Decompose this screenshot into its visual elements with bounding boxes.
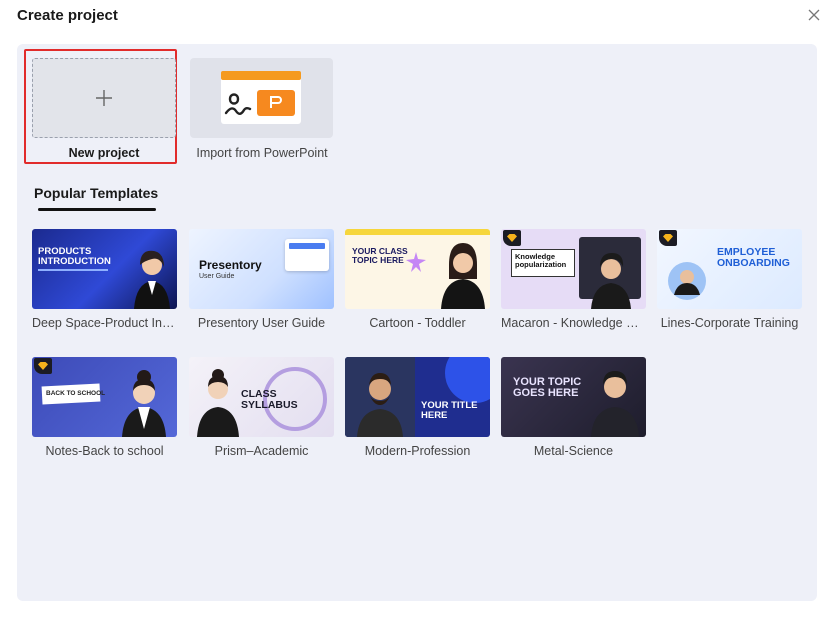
premium-icon	[659, 230, 677, 246]
template-card[interactable]: YOUR CLASS TOPIC HERE Cartoon - Toddler	[345, 229, 490, 330]
thumb-title: BACK TO SCHOOL	[46, 390, 106, 397]
thumb-title: CLASS SYLLABUS	[241, 388, 298, 411]
new-project-label: New project	[68, 146, 140, 160]
template-card[interactable]: YOUR TITLE HERE Modern-Profession	[345, 357, 490, 458]
presenter-avatar	[591, 371, 639, 437]
new-project-button[interactable]	[32, 58, 176, 138]
template-thumbnail: EMPLOYEE ONBOARDING	[657, 229, 802, 309]
template-card[interactable]: CLASS SYLLABUS Prism–Academic	[189, 357, 334, 458]
template-label: Lines-Corporate Training	[660, 316, 799, 330]
powerpoint-icon	[221, 71, 301, 124]
premium-icon	[503, 230, 521, 246]
presenter-avatar	[134, 250, 170, 309]
template-label: Notes-Back to school	[45, 444, 164, 458]
template-label: Metal-Science	[533, 444, 614, 458]
presenter-avatar	[441, 243, 485, 309]
thumb-subtitle: User Guide	[199, 273, 235, 280]
thumb-title: YOUR TOPIC GOES HERE	[513, 376, 582, 399]
template-card[interactable]: Knowledge popularization Macaron - Knowl…	[501, 229, 646, 330]
template-label: Prism–Academic	[214, 444, 309, 458]
presenter-avatar	[197, 369, 239, 437]
premium-icon	[34, 358, 52, 374]
template-card[interactable]: Presentory User Guide Presentory User Gu…	[189, 229, 334, 330]
presenter-avatar	[668, 262, 706, 300]
thumb-line	[38, 269, 108, 271]
presenter-avatar	[122, 370, 166, 437]
template-card[interactable]: PRODUCTS INTRODUCTION Deep Space-Product…	[32, 229, 177, 330]
close-icon[interactable]	[804, 5, 824, 25]
template-card[interactable]: BACK TO SCHOOL Notes-Back to school	[32, 357, 177, 458]
template-thumbnail: YOUR CLASS TOPIC HERE	[345, 229, 490, 309]
template-thumbnail: PRODUCTS INTRODUCTION	[32, 229, 177, 309]
template-thumbnail: YOUR TOPIC GOES HERE	[501, 357, 646, 437]
popular-templates-title: Popular Templates	[34, 185, 159, 201]
template-card[interactable]: EMPLOYEE ONBOARDING Lines-Corporate Trai…	[657, 229, 802, 330]
thumb-title: YOUR TITLE HERE	[421, 400, 478, 421]
template-label: Cartoon - Toddler	[369, 316, 466, 330]
template-card[interactable]: YOUR TOPIC GOES HERE Metal-Science	[501, 357, 646, 458]
presenter-avatar	[357, 373, 403, 437]
thumb-top-stripe	[345, 229, 490, 235]
template-label: Presentory User Guide	[197, 316, 326, 330]
thumb-title: EMPLOYEE ONBOARDING	[717, 246, 790, 269]
template-thumbnail: Knowledge popularization	[501, 229, 646, 309]
import-powerpoint-button[interactable]	[190, 58, 333, 138]
template-label: Modern-Profession	[364, 444, 471, 458]
thumb-title: Knowledge popularization	[515, 252, 567, 269]
template-thumbnail: CLASS SYLLABUS	[189, 357, 334, 437]
template-thumbnail: Presentory User Guide	[189, 229, 334, 309]
plus-icon	[96, 90, 112, 106]
section-underline	[38, 208, 156, 211]
import-powerpoint-label: Import from PowerPoint	[196, 146, 328, 160]
template-label: Macaron - Knowledge Sh...	[501, 316, 646, 330]
template-thumbnail: BACK TO SCHOOL	[32, 357, 177, 437]
presenter-avatar	[591, 253, 631, 309]
thumb-screen-bar	[289, 243, 325, 249]
template-thumbnail: YOUR TITLE HERE	[345, 357, 490, 437]
thumb-title: Presentory	[199, 258, 262, 272]
star-decoration-icon	[406, 252, 426, 272]
thumb-circle	[445, 357, 490, 403]
template-label: Deep Space-Product Intr...	[32, 316, 177, 330]
dialog-title: Create project	[17, 7, 118, 24]
create-project-panel: New project Import from PowerPoint Popul…	[17, 44, 817, 601]
thumb-title: PRODUCTS INTRODUCTION	[38, 246, 111, 267]
